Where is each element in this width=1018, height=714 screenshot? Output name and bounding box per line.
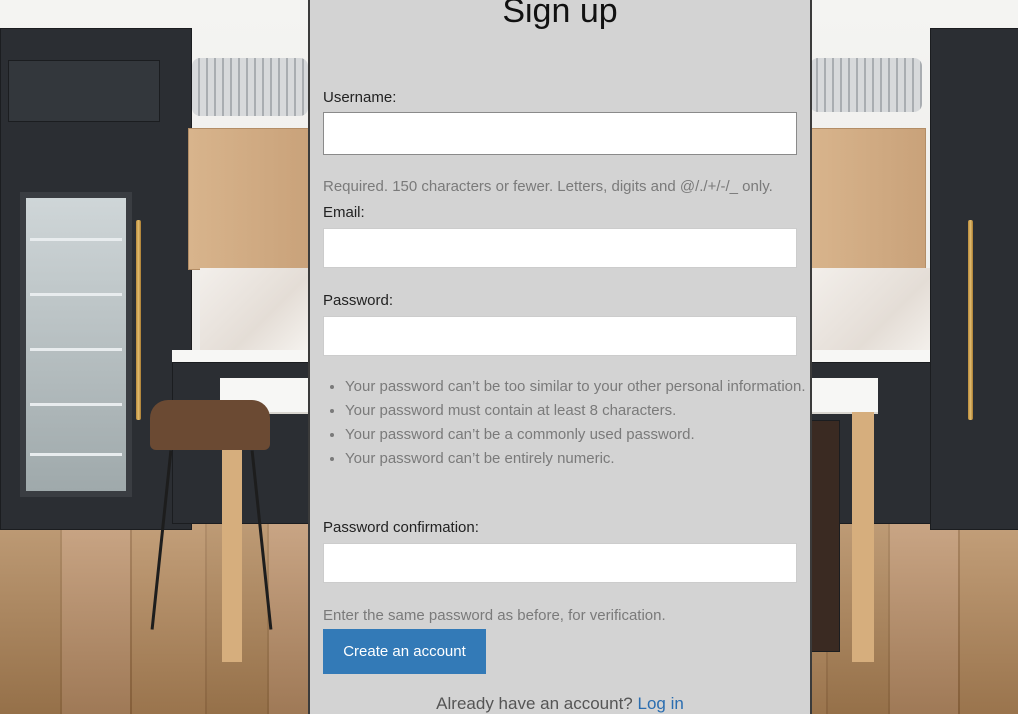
username-label: Username: [323,89,397,106]
password-rule: Your password can’t be too similar to yo… [345,375,815,399]
password-rule: Your password can’t be a commonly used p… [345,423,815,447]
username-input[interactable] [323,112,797,155]
password-label: Password: [323,292,394,309]
create-account-button[interactable]: Create an account [323,629,486,674]
password-rules-list: Your password can’t be too similar to yo… [323,375,815,471]
password-input[interactable] [323,316,797,356]
password-confirmation-label: Password confirmation: [323,519,479,536]
page-title: Sign up [502,0,618,30]
password-confirmation-input[interactable] [323,543,797,583]
password-rule: Your password must contain at least 8 ch… [345,399,815,423]
signup-panel: Sign up Username: Required. 150 characte… [308,0,812,714]
email-label: Email: [323,204,365,221]
email-input[interactable] [323,228,797,268]
password-confirmation-help-text: Enter the same password as before, for v… [323,607,666,624]
username-help-text: Required. 150 characters or fewer. Lette… [323,178,773,195]
login-prompt-text: Already have an account? [436,694,633,713]
login-prompt: Already have an account? Log in [310,694,810,714]
password-rule: Your password can’t be entirely numeric. [345,447,815,471]
login-link[interactable]: Log in [638,694,684,713]
